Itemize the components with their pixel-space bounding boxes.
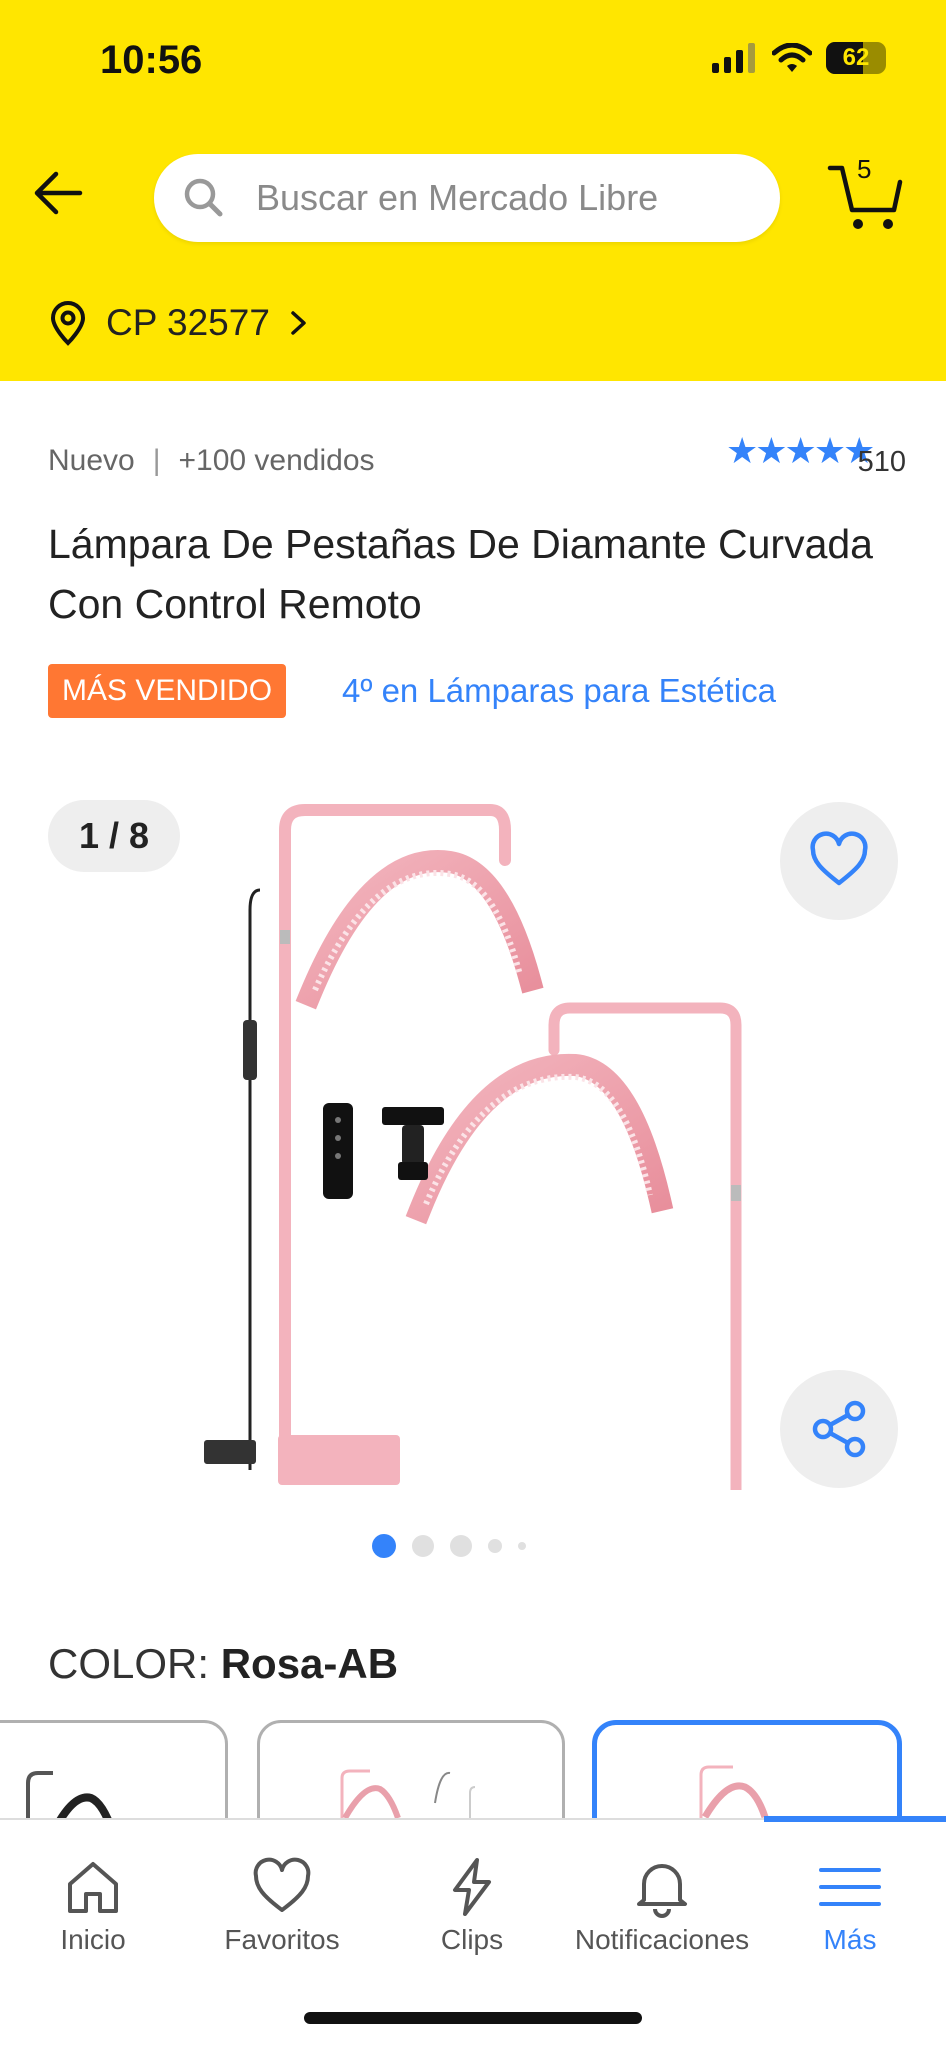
tab-favoritos[interactable]: Favoritos (192, 1856, 372, 1956)
rating-count: 510 (857, 446, 906, 478)
pagination-dot (518, 1542, 526, 1550)
location-pin-icon (50, 301, 86, 346)
cart-button[interactable]: 5 (826, 154, 906, 236)
category-ranking-link[interactable]: 4º en Lámparas para Estética (342, 672, 776, 710)
bell-icon (637, 1864, 687, 1918)
search-bar[interactable] (154, 154, 780, 242)
condition-label: Nuevo (48, 444, 135, 477)
active-tab-indicator (764, 1816, 946, 1822)
product-image[interactable] (190, 790, 750, 1490)
signal-icon (712, 43, 755, 73)
sold-count: +100 vendidos (178, 444, 375, 477)
pagination-dot (372, 1534, 396, 1558)
color-value: Rosa-AB (220, 1640, 399, 1687)
gallery-pagination (372, 1534, 526, 1558)
product-gallery[interactable]: 1 / 8 (0, 780, 946, 1500)
tab-label: Clips (440, 1924, 504, 1955)
color-title: COLOR: (48, 1640, 210, 1687)
pagination-dot (450, 1535, 472, 1557)
tab-inicio[interactable]: Inicio (3, 1856, 183, 1956)
battery-icon: 62 (826, 42, 886, 74)
tab-label: Inicio (60, 1924, 126, 1955)
cart-count: 5 (857, 154, 872, 184)
product-condition: Nuevo | +100 vendidos (48, 444, 375, 478)
search-icon (184, 178, 223, 217)
battery-level: 62 (842, 44, 870, 71)
location-label: CP 32577 (106, 302, 270, 343)
tab-label: Más (823, 1924, 877, 1955)
search-input[interactable] (256, 154, 756, 242)
tab-clips[interactable]: Clips (382, 1856, 562, 1956)
status-time: 10:56 (100, 38, 203, 82)
location-selector[interactable]: CP 32577 (48, 300, 310, 346)
favorite-button[interactable] (780, 802, 898, 920)
share-icon (812, 1400, 866, 1458)
header: 10:56 62 5 (0, 0, 946, 381)
share-button[interactable] (780, 1370, 898, 1488)
heart-icon (253, 1857, 311, 1912)
tab-label: Favoritos (224, 1924, 340, 1955)
image-counter: 1 / 8 (48, 800, 180, 872)
color-selector-label: COLOR: Rosa-AB (48, 1640, 398, 1688)
product-title: Lámpara De Pestañas De Diamante Curvada … (48, 521, 873, 627)
lightning-icon (453, 1858, 491, 1916)
pagination-dot (488, 1539, 502, 1553)
chevron-right-icon (291, 311, 306, 335)
divider: | (152, 444, 161, 477)
status-icons: 62 (712, 42, 886, 74)
tab-notificaciones[interactable]: Notificaciones (572, 1856, 752, 1956)
heart-icon (810, 831, 868, 886)
menu-icon (819, 1868, 881, 1906)
pagination-dot (412, 1535, 434, 1557)
tab-label: Notificaciones (574, 1924, 750, 1955)
rating-stars: ★★★★★ (726, 430, 875, 471)
back-arrow-icon[interactable] (28, 160, 94, 226)
wifi-icon (772, 43, 812, 72)
tab-mas[interactable]: Más (760, 1856, 940, 1956)
rating[interactable]: ★★★★★ 510 (726, 430, 906, 490)
home-indicator (304, 2012, 642, 2024)
home-icon (68, 1862, 118, 1913)
best-seller-badge: MÁS VENDIDO (48, 664, 287, 718)
